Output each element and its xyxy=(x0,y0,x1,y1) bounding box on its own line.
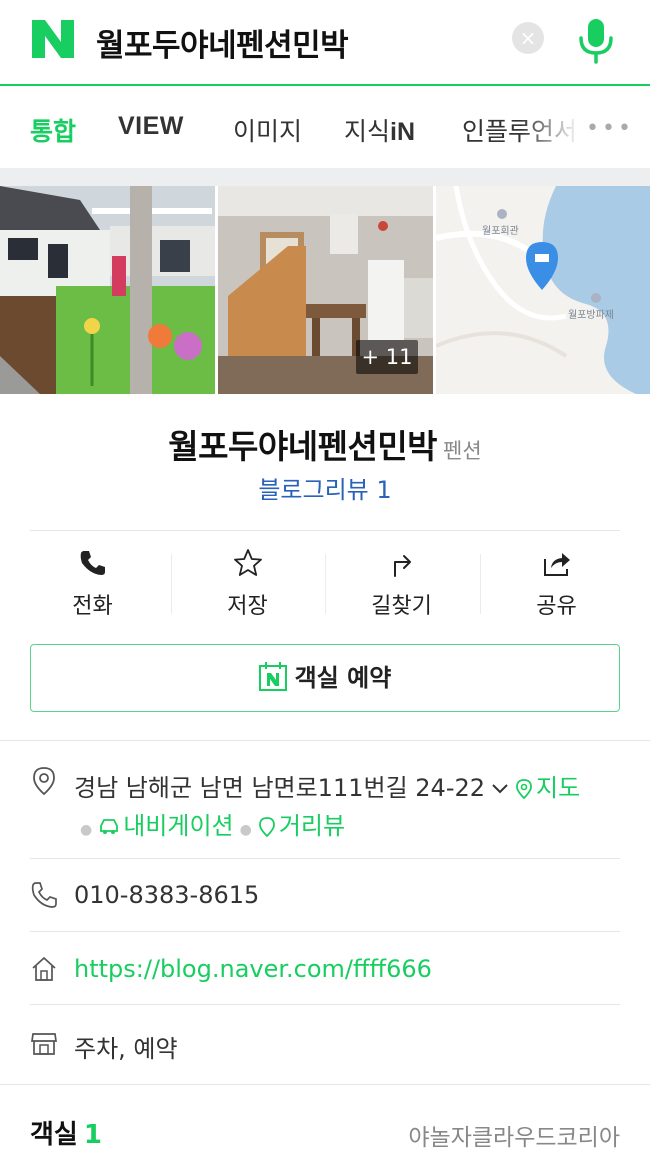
search-tabs: 통합 VIEW 이미지 지식iN 인플루언서 ••• xyxy=(0,88,650,168)
map-label-hall: 월포회관 xyxy=(482,225,519,237)
rooms-header: 객실 1 xyxy=(30,1114,102,1151)
divider xyxy=(0,740,650,741)
location-pin-icon xyxy=(33,767,55,796)
directions-icon xyxy=(393,555,411,577)
address-line: 경남 남해군 남면 남면로111번길 24-22 지도 xyxy=(74,768,580,803)
dot-separator: ● xyxy=(239,822,252,838)
call-button[interactable]: 전화 xyxy=(15,548,170,622)
store-icon xyxy=(31,1033,57,1055)
navigation-link[interactable]: 내비게이션 xyxy=(98,812,234,840)
tab-knowledge-suffix: iN xyxy=(390,118,416,146)
divider xyxy=(30,1004,620,1005)
naver-logo[interactable] xyxy=(30,18,76,60)
place-title: 월포두야네펜션민박 xyxy=(168,427,438,466)
facilities-text: 주차, 예약 xyxy=(74,1035,178,1063)
map-link[interactable]: 지도 xyxy=(515,774,580,802)
home-icon xyxy=(32,956,56,981)
action-bar: 전화 저장 길찾기 공유 xyxy=(0,548,650,622)
tab-knowledge-label: 지식 xyxy=(344,117,391,146)
star-icon xyxy=(233,549,262,576)
phone-outline-icon xyxy=(31,882,57,908)
section-divider xyxy=(0,168,650,186)
directions-label: 길찾기 xyxy=(371,594,432,619)
facilities-row: 주차, 예약 xyxy=(30,1026,620,1063)
share-button[interactable]: 공유 xyxy=(479,548,634,622)
chevron-down-icon[interactable] xyxy=(491,783,509,795)
tab-knowledge-in[interactable]: 지식iN xyxy=(344,112,415,148)
clear-search-button[interactable]: × xyxy=(512,22,544,54)
photo-interior[interactable]: + 11 xyxy=(218,186,433,394)
address-row: 경남 남해군 남면 남면로111번길 24-22 지도 ● 내비게이션 ● 거리뷰 xyxy=(30,764,620,844)
dot-separator: ● xyxy=(80,822,93,838)
more-tabs-icon[interactable]: ••• xyxy=(586,116,634,141)
divider xyxy=(0,1084,650,1085)
save-label: 저장 xyxy=(227,594,268,619)
rooms-count: 1 xyxy=(83,1120,102,1150)
street-view-label: 거리뷰 xyxy=(278,812,346,840)
location-map[interactable]: 월포회관 월포방파제 xyxy=(436,186,650,394)
street-view-link[interactable]: 거리뷰 xyxy=(258,812,345,840)
divider xyxy=(30,931,620,932)
car-icon xyxy=(100,819,119,834)
rooms-title: 객실 xyxy=(30,1120,78,1150)
share-icon xyxy=(543,553,570,576)
map-label-breakwater: 월포방파제 xyxy=(568,309,614,321)
photo-strip: + 11 월포회관 월포방파제 xyxy=(0,186,650,394)
phone-icon xyxy=(80,551,105,575)
address-text[interactable]: 경남 남해군 남면 남면로111번길 24-22 xyxy=(74,774,485,802)
street-view-pin-icon xyxy=(258,817,275,838)
photo-more-count[interactable]: + 11 xyxy=(356,340,418,374)
blog-review-link[interactable]: 블로그리뷰 1 xyxy=(0,470,650,505)
phone-number[interactable]: 010-8383-8615 xyxy=(74,881,259,909)
photo-exterior[interactable] xyxy=(0,186,215,394)
phone-row: 010-8383-8615 xyxy=(30,878,620,914)
homepage-link[interactable]: https://blog.naver.com/ffff666 xyxy=(74,955,432,983)
homepage-row: https://blog.naver.com/ffff666 xyxy=(30,952,620,988)
call-label: 전화 xyxy=(72,594,113,619)
tab-integrated[interactable]: 통합 xyxy=(30,112,76,148)
place-category: 펜션 xyxy=(443,439,482,463)
naver-calendar-icon xyxy=(258,662,287,691)
map-pin-icon xyxy=(516,779,532,800)
rooms-provider: 야놀자클라우드코리아 xyxy=(408,1125,620,1151)
search-query[interactable]: 월포두야네펜션민박 xyxy=(96,20,349,65)
place-header: 월포두야네펜션민박 펜션 xyxy=(0,420,650,468)
tab-view[interactable]: VIEW xyxy=(118,112,184,141)
reservation-label: 객실 예약 xyxy=(294,664,392,692)
microphone-icon[interactable] xyxy=(574,16,618,64)
directions-button[interactable]: 길찾기 xyxy=(324,548,479,622)
share-label: 공유 xyxy=(536,594,577,619)
navigation-label: 내비게이션 xyxy=(123,812,234,840)
room-reservation-button[interactable]: 객실 예약 xyxy=(30,644,620,712)
map-link-label: 지도 xyxy=(536,774,581,802)
save-button[interactable]: 저장 xyxy=(170,548,325,622)
search-bar: 월포두야네펜션민박 × xyxy=(0,0,650,86)
divider xyxy=(30,530,620,531)
tab-image[interactable]: 이미지 xyxy=(233,112,302,148)
divider xyxy=(30,858,620,859)
tabs-fade xyxy=(520,88,580,168)
address-links: ● 내비게이션 ● 거리뷰 xyxy=(74,806,345,841)
